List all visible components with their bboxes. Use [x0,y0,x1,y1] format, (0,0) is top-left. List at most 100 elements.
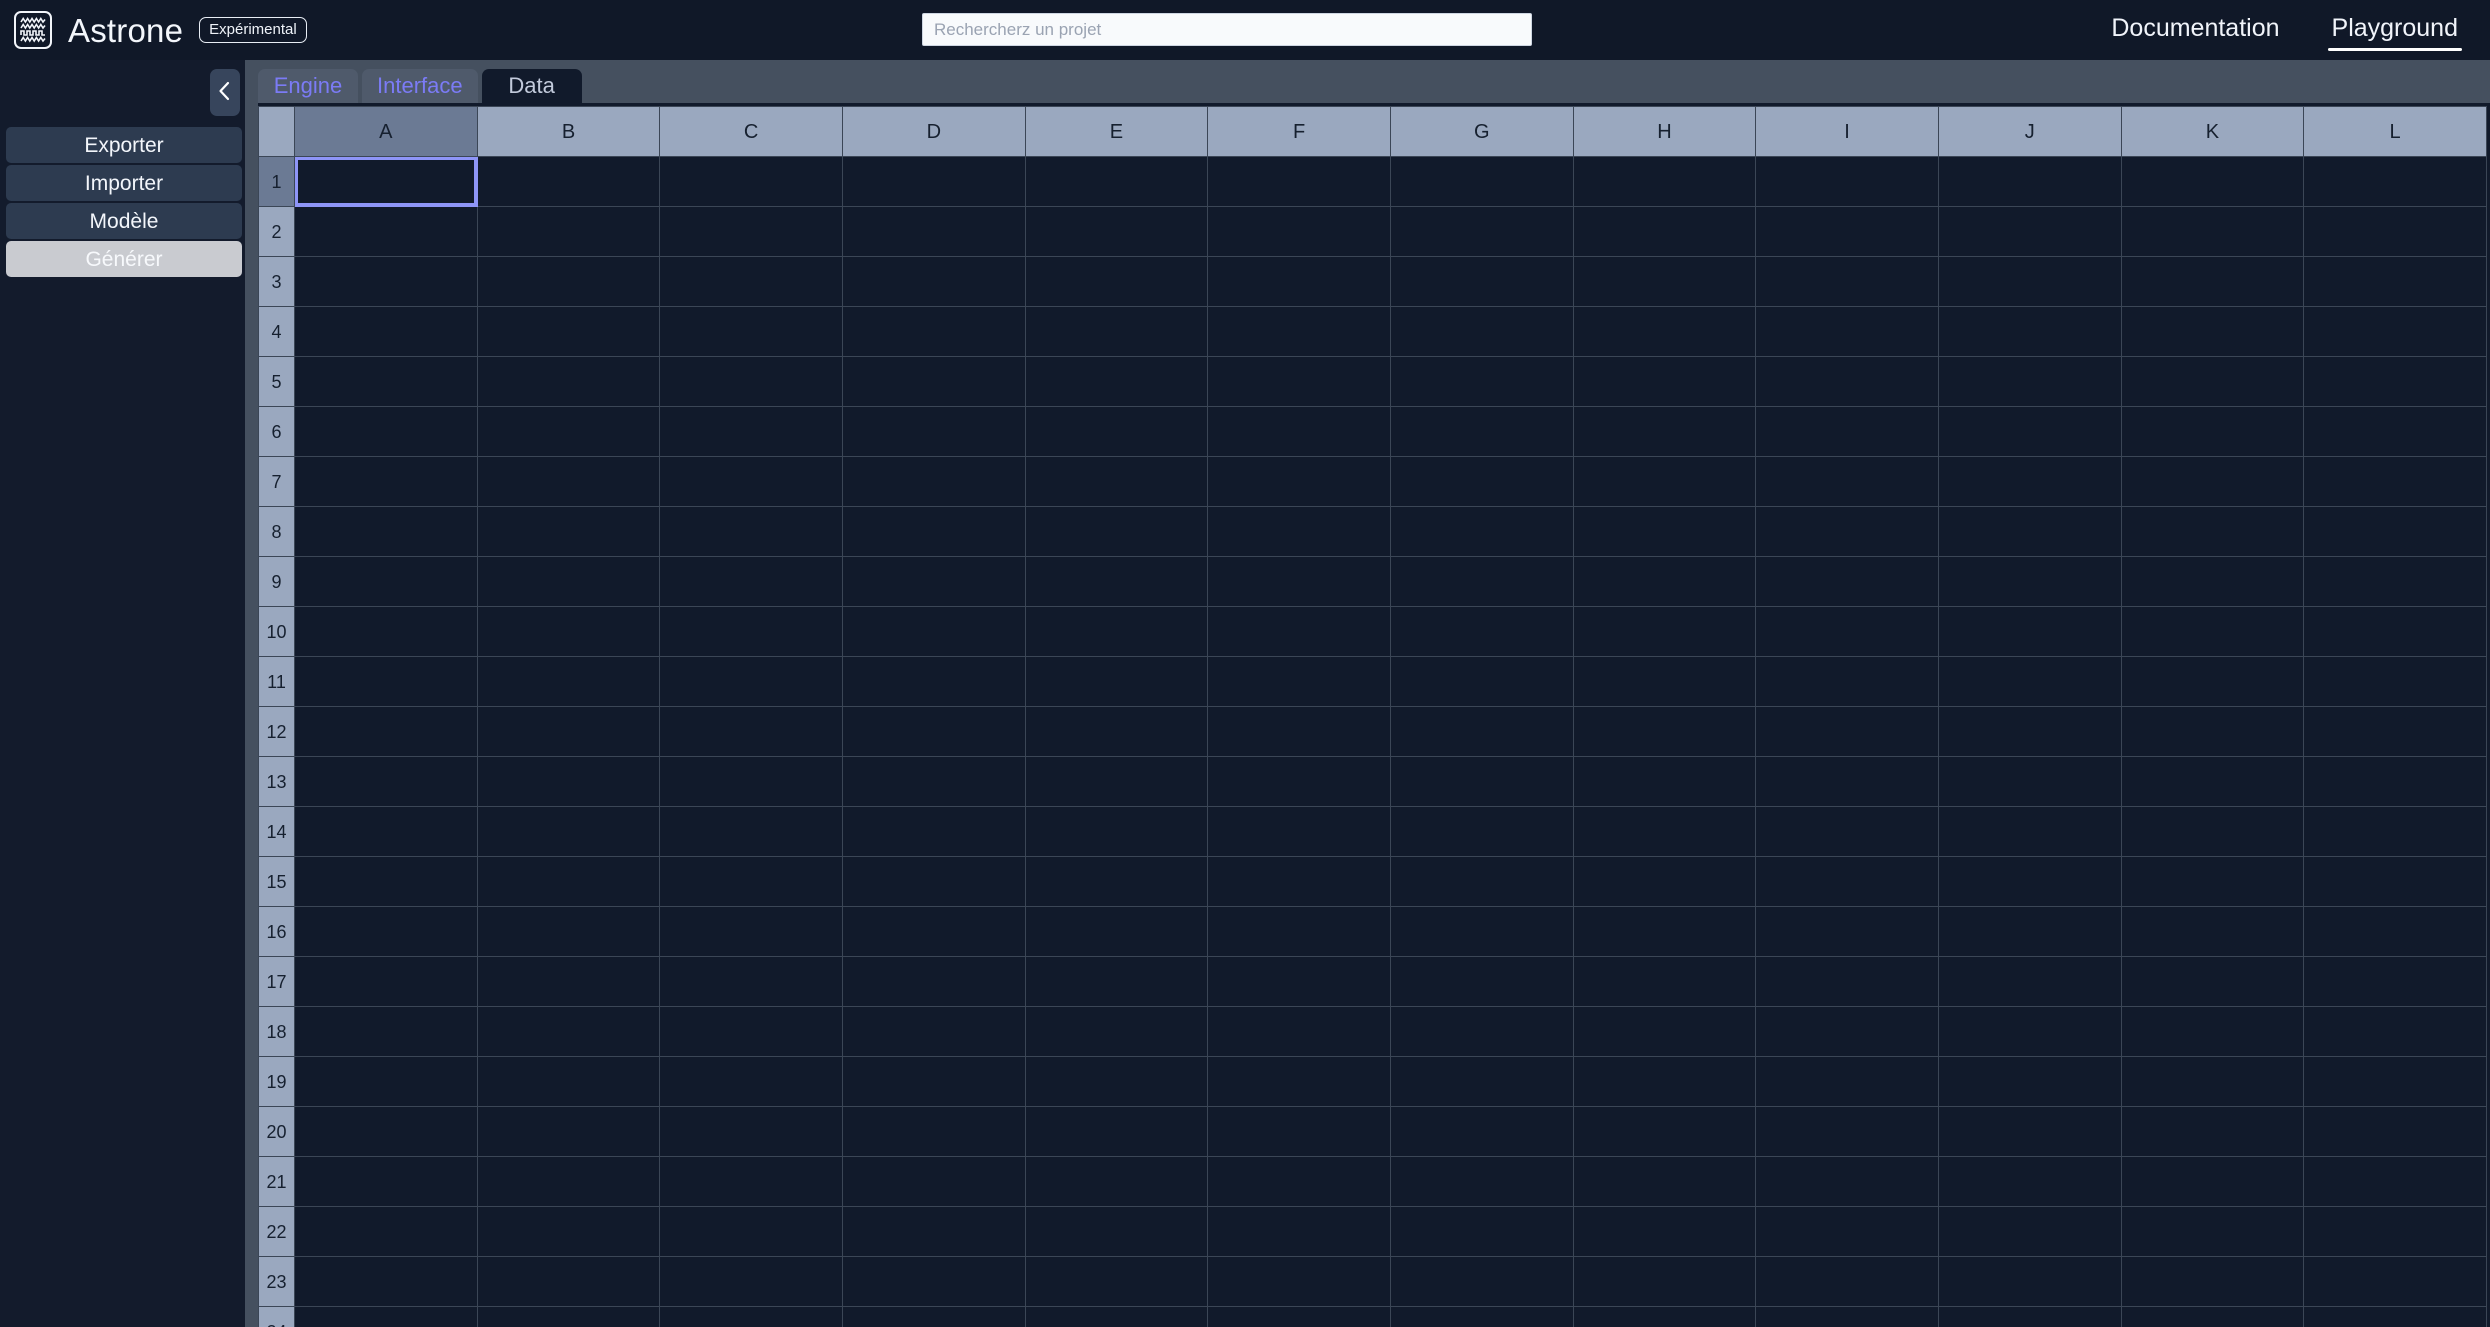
cell-k22[interactable] [2120,1206,2305,1257]
cell-l16[interactable] [2303,906,2487,957]
cell-h4[interactable] [1572,306,1757,357]
cell-b15[interactable] [476,856,661,907]
cell-c6[interactable] [659,406,843,457]
row-header-4[interactable]: 4 [258,306,295,357]
cell-e19[interactable] [1024,1056,1209,1107]
column-header-l[interactable]: L [2303,106,2487,157]
cell-a11[interactable] [294,656,478,707]
cell-i24[interactable] [1755,1306,1939,1327]
row-header-9[interactable]: 9 [258,556,295,607]
cell-b14[interactable] [476,806,661,857]
cell-g19[interactable] [1389,1056,1574,1107]
cell-l10[interactable] [2303,606,2487,657]
cell-i7[interactable] [1755,456,1939,507]
cell-b21[interactable] [476,1156,661,1207]
cell-c11[interactable] [659,656,843,707]
cell-e12[interactable] [1024,706,1209,757]
cell-e11[interactable] [1024,656,1209,707]
cell-k9[interactable] [2120,556,2305,607]
cell-k17[interactable] [2120,956,2305,1007]
row-header-19[interactable]: 19 [258,1056,295,1107]
cell-a8[interactable] [294,506,478,557]
cell-j24[interactable] [1937,1306,2122,1327]
cell-e18[interactable] [1024,1006,1209,1057]
cell-c16[interactable] [659,906,843,957]
cell-j10[interactable] [1937,606,2122,657]
cell-k19[interactable] [2120,1056,2305,1107]
cell-k8[interactable] [2120,506,2305,557]
cell-c8[interactable] [659,506,843,557]
cell-l14[interactable] [2303,806,2487,857]
cell-k2[interactable] [2120,206,2305,257]
row-header-23[interactable]: 23 [258,1256,295,1307]
cell-d1[interactable] [841,156,1026,207]
cell-l11[interactable] [2303,656,2487,707]
row-header-11[interactable]: 11 [258,656,295,707]
cell-g5[interactable] [1389,356,1574,407]
cell-d17[interactable] [841,956,1026,1007]
cell-c12[interactable] [659,706,843,757]
cell-d2[interactable] [841,206,1026,257]
cell-f16[interactable] [1207,906,1391,957]
cell-j5[interactable] [1937,356,2122,407]
cell-f4[interactable] [1207,306,1391,357]
cell-d12[interactable] [841,706,1026,757]
cell-d24[interactable] [841,1306,1026,1327]
cell-g20[interactable] [1389,1106,1574,1157]
cell-b19[interactable] [476,1056,661,1107]
cell-g22[interactable] [1389,1206,1574,1257]
cell-a1[interactable] [294,156,478,207]
cell-h6[interactable] [1572,406,1757,457]
column-header-g[interactable]: G [1389,106,1574,157]
cell-e20[interactable] [1024,1106,1209,1157]
cell-k1[interactable] [2120,156,2305,207]
cell-a4[interactable] [294,306,478,357]
cell-i1[interactable] [1755,156,1939,207]
cell-h17[interactable] [1572,956,1757,1007]
cell-d21[interactable] [841,1156,1026,1207]
cell-d8[interactable] [841,506,1026,557]
cell-f17[interactable] [1207,956,1391,1007]
cell-a16[interactable] [294,906,478,957]
cell-k4[interactable] [2120,306,2305,357]
cell-e7[interactable] [1024,456,1209,507]
cell-b16[interactable] [476,906,661,957]
cell-d9[interactable] [841,556,1026,607]
cell-g13[interactable] [1389,756,1574,807]
cell-h9[interactable] [1572,556,1757,607]
cell-l2[interactable] [2303,206,2487,257]
search-box[interactable] [922,13,1532,46]
cell-c15[interactable] [659,856,843,907]
cell-l19[interactable] [2303,1056,2487,1107]
column-header-c[interactable]: C [659,106,843,157]
cell-f22[interactable] [1207,1206,1391,1257]
cell-j18[interactable] [1937,1006,2122,1057]
column-header-e[interactable]: E [1024,106,1209,157]
cell-b12[interactable] [476,706,661,757]
cell-h16[interactable] [1572,906,1757,957]
cell-f20[interactable] [1207,1106,1391,1157]
row-header-18[interactable]: 18 [258,1006,295,1057]
export-button[interactable]: Exporter [6,127,242,163]
cell-b4[interactable] [476,306,661,357]
cell-d10[interactable] [841,606,1026,657]
cell-c22[interactable] [659,1206,843,1257]
cell-h15[interactable] [1572,856,1757,907]
cell-h23[interactable] [1572,1256,1757,1307]
cell-c2[interactable] [659,206,843,257]
cell-d15[interactable] [841,856,1026,907]
cell-k16[interactable] [2120,906,2305,957]
cell-b2[interactable] [476,206,661,257]
cell-e21[interactable] [1024,1156,1209,1207]
cell-g16[interactable] [1389,906,1574,957]
cell-g24[interactable] [1389,1306,1574,1327]
cell-a17[interactable] [294,956,478,1007]
cell-a10[interactable] [294,606,478,657]
cell-d19[interactable] [841,1056,1026,1107]
cell-b9[interactable] [476,556,661,607]
cell-e10[interactable] [1024,606,1209,657]
cell-e16[interactable] [1024,906,1209,957]
cell-c4[interactable] [659,306,843,357]
cell-g15[interactable] [1389,856,1574,907]
cell-i15[interactable] [1755,856,1939,907]
